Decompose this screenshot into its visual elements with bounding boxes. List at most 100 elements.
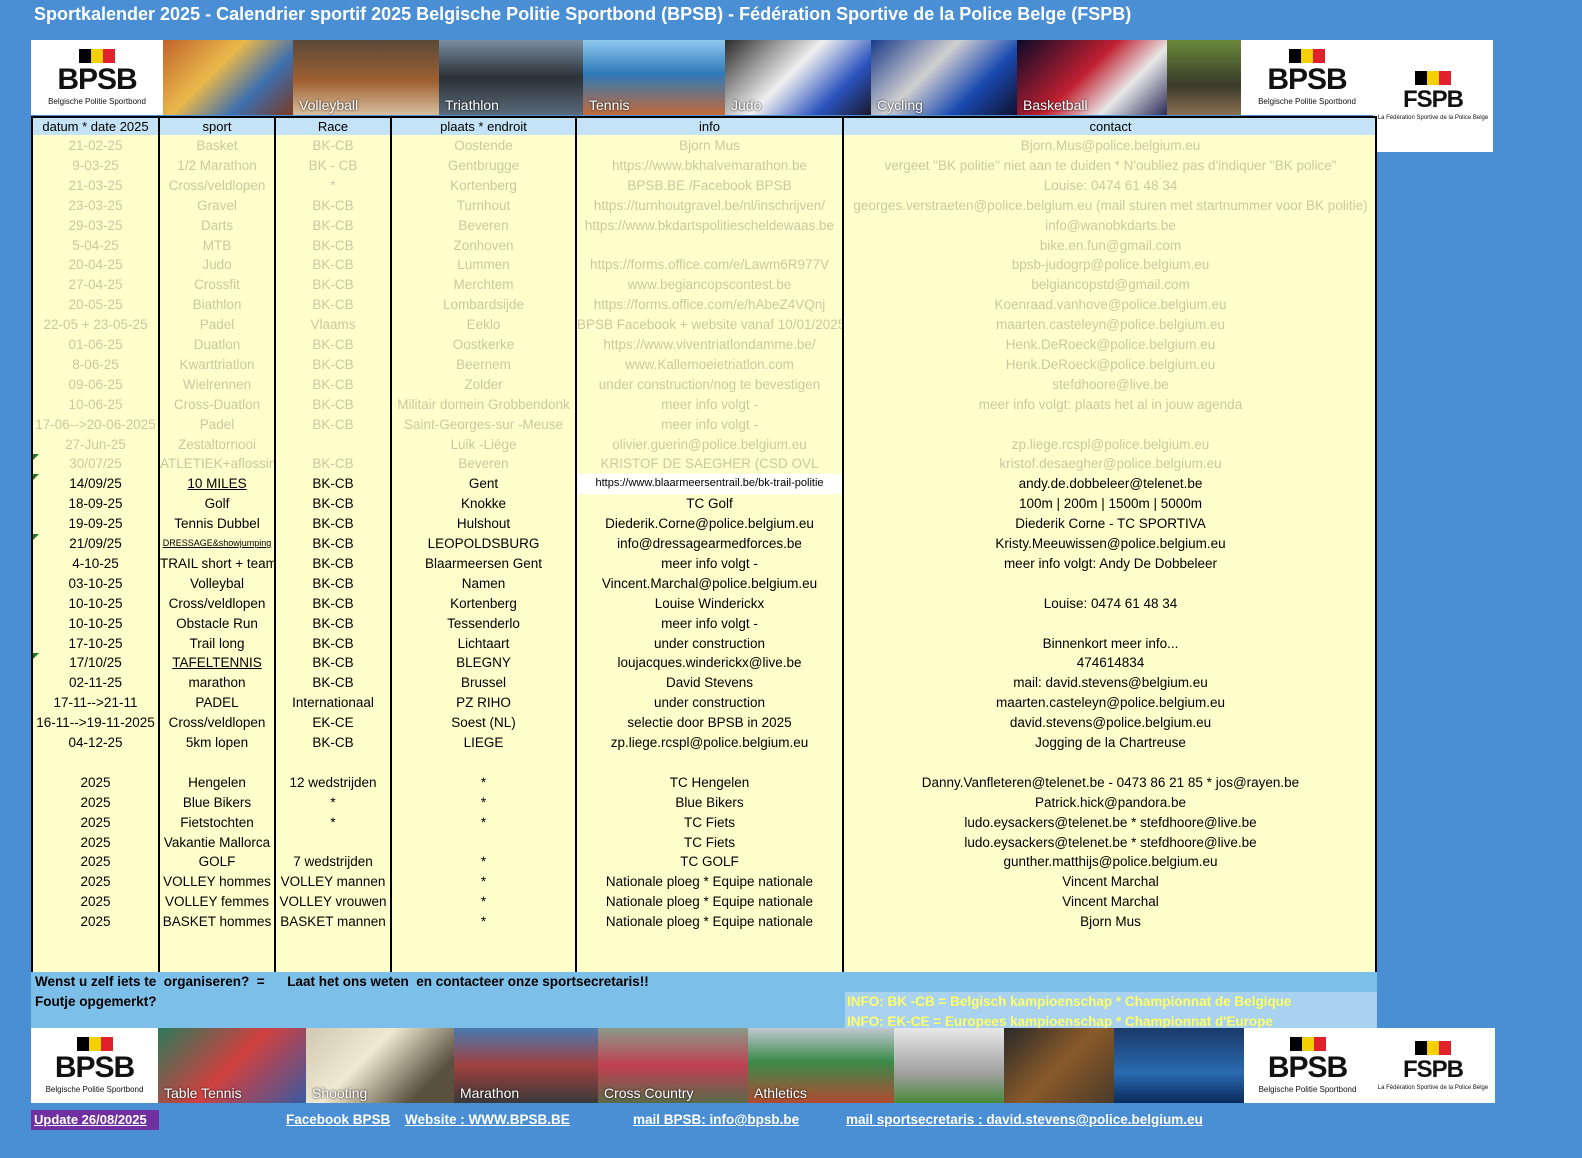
cell-sport: Tennis Dubbel	[174, 516, 260, 532]
cell-date: 2025	[80, 914, 111, 930]
cell-info	[577, 236, 842, 256]
cell-sport: Vakantie Mallorca	[163, 834, 271, 850]
bpsb-logo: BPSB Belgische Politie Sportbond	[31, 40, 163, 115]
fspb-logo: FSPB La Fédération Sportive de la Police…	[1373, 40, 1493, 152]
comment-marker-icon	[33, 474, 39, 481]
header-info: info	[699, 119, 720, 134]
cell-race: Internationaal	[292, 695, 374, 711]
cell-sport: MTB	[202, 237, 232, 253]
bpsb-logo-bottom-right: BPSB Belgische Politie Sportbond	[1244, 1028, 1371, 1103]
cell-contact: Binnenkort meer info...	[1042, 635, 1179, 651]
cell-contact: zp.liege.rcspl@police.belgium.eu	[1011, 436, 1210, 452]
cell-sport: Cross/veldlopen	[168, 595, 266, 611]
cell-race: BK-CB	[312, 257, 354, 273]
cell-place: PZ RIHO	[456, 695, 511, 711]
cell-sport: VOLLEY hommes	[163, 874, 271, 890]
cell-info: meer info volgt -	[661, 396, 758, 412]
cell-contact: Louise: 0474 61 48 34	[1043, 595, 1178, 611]
header-place: plaats * endroit	[440, 119, 527, 134]
cell-race: *	[330, 814, 336, 830]
cell-contact: Jogging de la Chartreuse	[1035, 735, 1186, 750]
cell-sport: 10 MILES	[187, 476, 247, 492]
cell-contact: meer info volgt: plaats het al in jouw a…	[978, 396, 1243, 412]
cell-race: BK-CB	[312, 575, 354, 591]
cell-place: Blaarmeersen Gent	[424, 555, 543, 571]
belgian-flag-icon	[76, 1037, 113, 1051]
cell-contact: Vincent Marchal	[1062, 874, 1159, 890]
cell-info: KRISTOF DE SAEGHER (CSD OVL	[600, 456, 819, 472]
cell-info: Louise Winderickx	[654, 595, 765, 611]
table-tennis-image: Table Tennis	[158, 1028, 306, 1103]
cell-contact: Kristy.Meeuwissen@police.belgium.eu	[995, 536, 1226, 551]
cell-place: Zolder	[464, 376, 503, 392]
cell-date: 16-11-->19-11-2025	[36, 715, 155, 731]
cell-date: 2025	[80, 814, 111, 830]
cell-race	[276, 435, 390, 455]
cell-info: meer info volgt -	[661, 555, 758, 571]
cell-date: 10-06-25	[68, 396, 123, 412]
cell-contact: Danny.Vanfleteren@telenet.be - 0473 86 2…	[921, 774, 1300, 790]
cell-race: BK-CB	[312, 138, 354, 153]
cell-place: Beveren	[458, 217, 509, 233]
cell-info: meer info volgt -	[661, 416, 758, 432]
cell-info: under construction	[653, 695, 766, 711]
cell-place: Oostende	[454, 138, 513, 153]
cell-sport: marathon	[188, 675, 246, 691]
cell-race: BK-CB	[312, 237, 354, 253]
cell-date: 03-10-25	[68, 575, 123, 591]
cell-date: 09-06-25	[68, 376, 123, 392]
cell-date: 2025	[80, 794, 111, 810]
cell-place: BLEGNY	[456, 655, 511, 671]
cell-sport: Cross/veldlopen	[168, 177, 266, 193]
website-link[interactable]: Website : WWW.BPSB.BE	[405, 1112, 570, 1127]
update-badge[interactable]: Update 26/08/2025	[31, 1110, 159, 1130]
belgian-flag-icon	[79, 49, 115, 63]
cell-contact: maarten.casteleyn@police.belgium.eu	[995, 695, 1226, 711]
cell-sport: 1/2 Marathon	[177, 157, 257, 173]
cell-race: BK-CB	[312, 735, 354, 750]
cell-place: Gent	[468, 476, 499, 492]
cell-info: Nationale ploeg * Equipe nationale	[605, 914, 814, 930]
cell-place: *	[480, 914, 487, 930]
mail-secretary-link[interactable]: mail sportsecretaris : david.stevens@pol…	[846, 1112, 1203, 1127]
cell-race: BK-CB	[312, 376, 354, 392]
cell-sport: Cross-Duatlon	[173, 396, 261, 412]
cycling-image: Cycling	[871, 40, 1017, 115]
golf-image	[894, 1028, 1004, 1103]
cell-contact: mail: david.stevens@belgium.eu	[1013, 675, 1208, 691]
cell-place: Kortenberg	[450, 177, 517, 193]
facebook-link[interactable]: Facebook BPSB	[286, 1112, 390, 1127]
cell-date: 2025	[80, 834, 111, 850]
mail-bpsb-link[interactable]: mail BPSB: info@bpsb.be	[633, 1112, 799, 1127]
cell-sport: Wielrennen	[182, 376, 252, 392]
cell-sport: GOLF	[198, 854, 236, 870]
cell-info: TC Golf	[686, 496, 733, 512]
cell-place: Beernem	[456, 356, 511, 372]
cell-contact: david.stevens@police.belgium.eu	[1009, 715, 1212, 731]
bpsb-logo-bottom: BPSB Belgische Politie Sportbond	[31, 1028, 158, 1103]
cell-race: EK-CE	[312, 715, 354, 731]
cell-place: Oostkerke	[452, 337, 515, 352]
tennis-image: Tennis	[583, 40, 725, 115]
mountainbike-image	[1167, 40, 1241, 115]
cell-info: Nationale ploeg * Equipe nationale	[605, 894, 814, 910]
cell-sport: Padel	[199, 317, 235, 333]
cell-contact: Louise: 0474 61 48 34	[1043, 177, 1178, 193]
cell-race: BK-CB	[312, 217, 354, 233]
cell-info: Nationale ploeg * Equipe nationale	[605, 874, 814, 890]
cell-race: BK-CB	[312, 297, 354, 313]
cell-info: TC Hengelen	[669, 774, 750, 790]
cell-date: 10-10-25	[68, 615, 123, 631]
cell-contact: ludo.eysackers@telenet.be * stefdhoore@l…	[964, 814, 1257, 830]
cell-race: BK-CB	[312, 356, 354, 372]
cell-date: 9-03-25	[72, 157, 119, 173]
cell-contact: meer info volgt: Andy De Dobbeleer	[1003, 555, 1218, 571]
cell-place: *	[480, 894, 487, 910]
cell-info: www.begiancopscontest.be	[627, 277, 792, 293]
bottom-banner: BPSB Belgische Politie Sportbond Table T…	[31, 1028, 1495, 1103]
cell-info: TC GOLF	[680, 854, 739, 870]
cell-race: BK-CB	[312, 615, 354, 631]
cell-place: Knokke	[460, 496, 507, 512]
cell-info: selectie door BPSB in 2025	[627, 715, 792, 731]
cell-info: olivier.guerin@police.belgium.eu	[612, 436, 807, 452]
